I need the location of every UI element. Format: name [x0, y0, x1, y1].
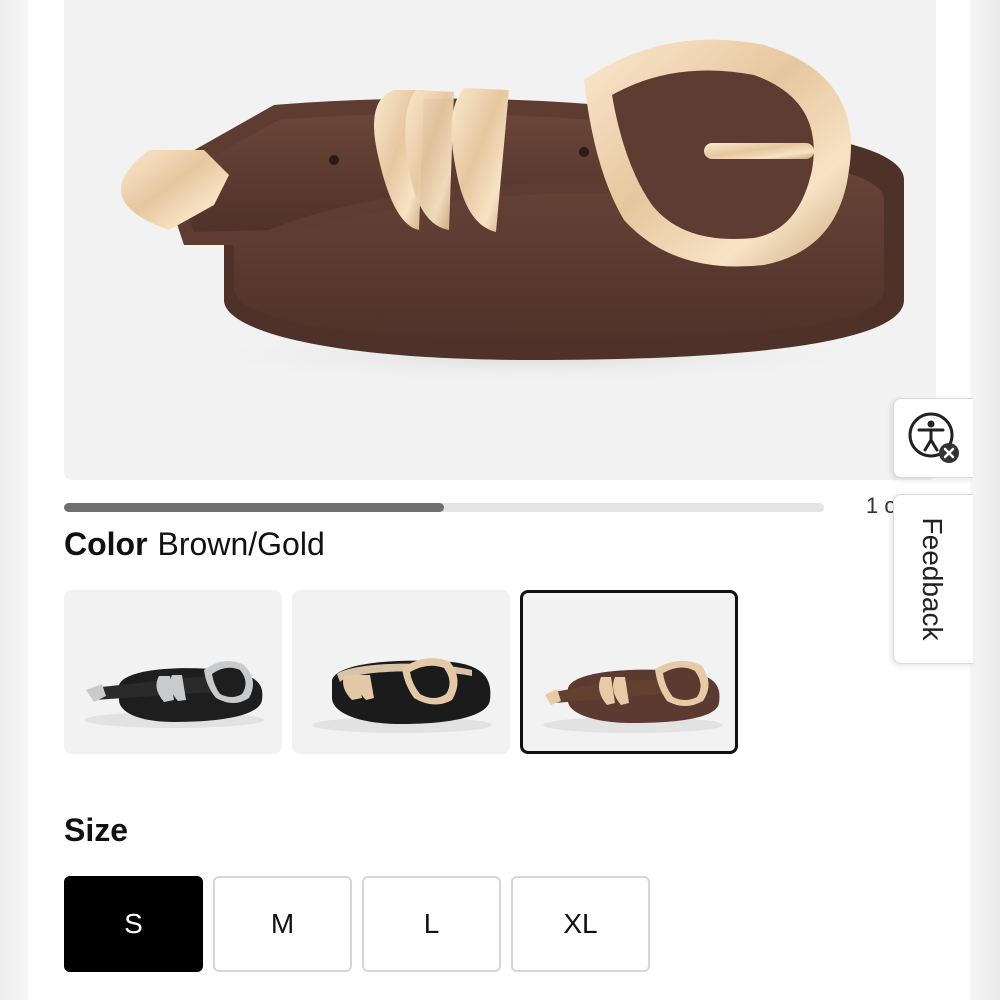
swatch-black-gold[interactable] [292, 590, 510, 754]
belt-thumbnail-black-silver [84, 661, 264, 728]
color-value: Brown/Gold [157, 526, 325, 562]
size-option-xl[interactable]: XL [511, 876, 650, 972]
feedback-tab[interactable]: Feedback [893, 494, 973, 664]
swatch-black-silver[interactable] [64, 590, 282, 754]
page-edge-left [0, 0, 28, 1000]
product-hero-image[interactable] [64, 0, 936, 480]
size-label: Size [64, 812, 129, 848]
color-selection-label: Color Brown/Gold [64, 524, 325, 564]
accessibility-tab[interactable] [893, 398, 973, 478]
page-edge-right [970, 0, 1000, 1000]
color-swatches [64, 590, 738, 754]
feedback-label: Feedback [917, 517, 948, 641]
belt-thumbnail-brown-gold [543, 660, 723, 733]
swatch-brown-gold[interactable] [520, 590, 738, 754]
belt-hero-illustration [120, 39, 904, 385]
size-option-s[interactable]: S [64, 876, 203, 972]
size-option-m[interactable]: M [213, 876, 352, 972]
size-options: S M L XL [64, 876, 650, 972]
gallery-progress-fill [64, 503, 444, 512]
color-label: Color [64, 526, 148, 562]
belt-thumbnail-black-gold [312, 658, 492, 733]
accessibility-icon [908, 412, 959, 463]
gallery-page-counter: 1 of 3 [866, 493, 896, 518]
size-option-l[interactable]: L [362, 876, 501, 972]
gallery-progress-bar [64, 503, 824, 512]
